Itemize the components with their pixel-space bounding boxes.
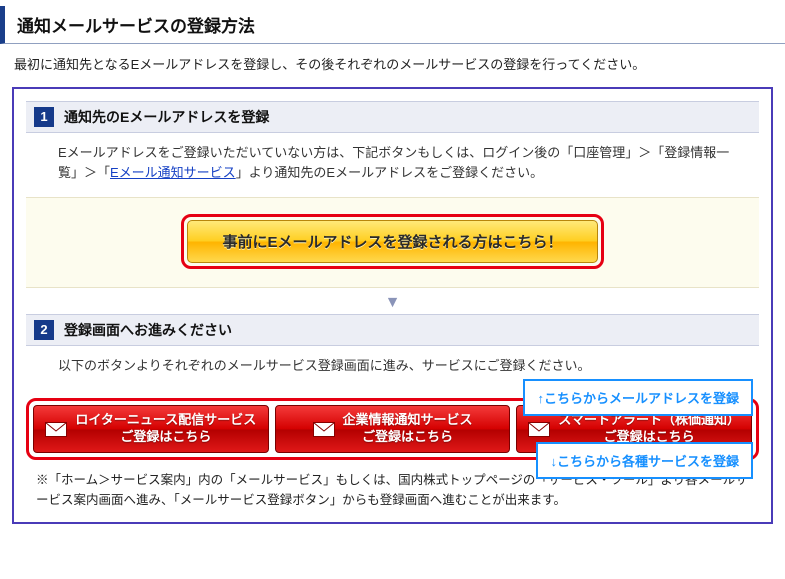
step2-body: 以下のボタンよりそれぞれのメールサービス登録画面に進み、サービスにご登録ください… <box>26 356 759 378</box>
page-title-bar: 通知メールサービスの登録方法 <box>0 6 785 44</box>
step2-header: 2 登録画面へお進みください <box>26 314 759 346</box>
intro-text: 最初に通知先となるEメールアドレスを登録し、その後それぞれのメールサービスの登録… <box>14 54 771 73</box>
mail-icon <box>528 422 550 437</box>
register-email-area: 事前にEメールアドレスを登録される方はこちら！ <box>26 197 759 288</box>
register-email-button[interactable]: 事前にEメールアドレスを登録される方はこちら！ <box>187 220 597 263</box>
step1-header: 1 通知先のEメールアドレスを登録 <box>26 101 759 133</box>
service-sub: ご登録はこちら <box>362 429 453 444</box>
company-info-service-button[interactable]: 企業情報通知サービス ご登録はこちら <box>275 405 511 453</box>
page-title: 通知メールサービスの登録方法 <box>17 17 255 36</box>
step2-number: 2 <box>34 320 54 340</box>
mail-icon <box>313 422 335 437</box>
reuters-service-button[interactable]: ロイターニュース配信サービス ご登録はこちら <box>33 405 269 453</box>
email-service-link[interactable]: Eメール通知サービス <box>110 165 236 180</box>
register-email-button-frame: 事前にEメールアドレスを登録される方はこちら！ <box>181 214 603 269</box>
service-label: 企業情報通知サービス <box>343 412 473 427</box>
callout-register-services: ↓こちらから各種サービスを登録 <box>536 442 753 479</box>
mail-icon <box>45 422 67 437</box>
step1-body-post: 」より通知先のEメールアドレスをご登録ください。 <box>236 165 543 180</box>
step1-title: 通知先のEメールアドレスを登録 <box>64 107 269 127</box>
arrow-down-icon: ▼ <box>26 294 759 312</box>
service-label: ロイターニュース配信サービス <box>75 412 256 427</box>
step2-title: 登録画面へお進みください <box>64 320 232 340</box>
step1-number: 1 <box>34 107 54 127</box>
step1-body: Eメールアドレスをご登録いただいていない方は、下記ボタンもしくは、ログイン後の「… <box>26 143 759 189</box>
instructions-box: 1 通知先のEメールアドレスを登録 Eメールアドレスをご登録いただいていない方は… <box>12 87 773 524</box>
service-sub: ご登録はこちら <box>120 429 211 444</box>
callout-register-address: ↑こちらからメールアドレスを登録 <box>523 379 753 416</box>
